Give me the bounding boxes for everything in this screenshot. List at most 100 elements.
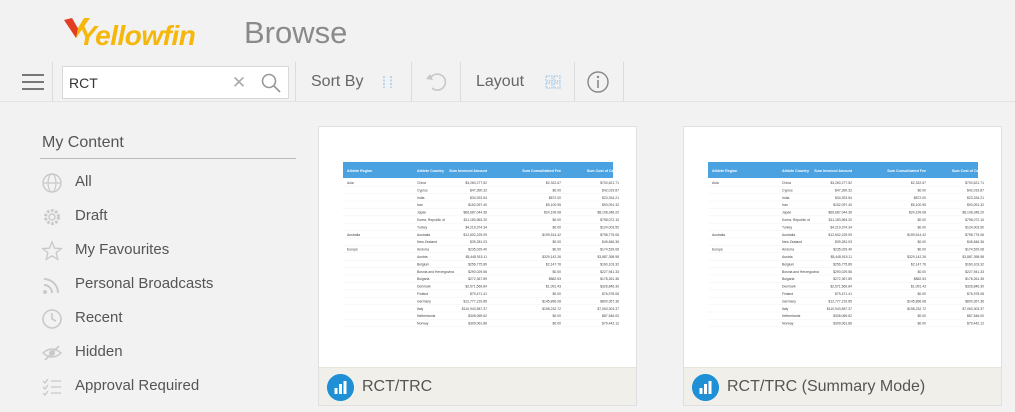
preview-cell: $4,219,374.34 (830, 225, 852, 229)
preview-cell: Bosnia and Herzegovina (417, 270, 454, 274)
eye-slash-icon (41, 345, 63, 361)
preview-cell: Andorra (782, 248, 794, 252)
bar-chart-icon (327, 374, 354, 401)
preview-cell: Norway (782, 322, 794, 326)
preview-cell: $2,571,569.84 (830, 285, 852, 289)
sidebar-item-my-favourites[interactable]: My Favourites (40, 233, 296, 267)
preview-header-cell: Sum Invoiced Amount (449, 169, 488, 173)
layout-button[interactable]: Layout (476, 62, 524, 102)
preview-cell: Iran (417, 203, 423, 207)
toolbar: ✕ Sort By Layout (0, 62, 1015, 102)
report-card[interactable]: Athlete Region Athlete Country Sum Invoice… (683, 126, 1002, 406)
preview-cell: $7,063,303.37 (962, 307, 984, 311)
preview-header-cell: Sum Cost of Camp (587, 169, 620, 173)
sort-by-button[interactable]: Sort By (311, 62, 363, 102)
preview-cell: $110,943,587.37 (462, 307, 487, 311)
sidebar-item-draft[interactable]: Draft (40, 199, 296, 233)
sidebar-item-recent[interactable]: Recent (40, 301, 296, 335)
sidebar-item-label: Draft (75, 207, 108, 224)
preview-cell: $0.00 (918, 322, 927, 326)
preview-cell: Belgium (782, 262, 794, 266)
undo-icon[interactable] (424, 71, 448, 93)
preview-cell: Korea, Republic of (782, 218, 810, 222)
preview-cell: $872.00 (914, 196, 926, 200)
checklist-icon (42, 378, 61, 396)
search-input[interactable] (69, 73, 219, 93)
sort-icon[interactable] (379, 73, 397, 91)
preview-cell: $23,334.21 (602, 196, 619, 200)
sidebar-title: My Content (40, 128, 296, 159)
preview-cell: $0.00 (918, 292, 927, 296)
preview-header-cell: Athlete Region (712, 169, 737, 173)
preview-cell: Iran (782, 203, 788, 207)
preview-header-cell: Athlete Region (347, 169, 372, 173)
preview-cell: Italy (417, 307, 424, 311)
toolbar-divider (411, 62, 412, 102)
preview-cell: $66,687,044.36 (828, 211, 852, 215)
menu-icon[interactable] (13, 69, 47, 95)
preview-cell: $8,108,348.20 (962, 211, 984, 215)
preview-cell: Turkey (417, 225, 428, 229)
info-icon[interactable] (586, 70, 610, 94)
sidebar-item-all[interactable]: All (40, 165, 296, 199)
report-card-footer: RCT/TRC (Summary Mode) (684, 367, 1001, 405)
sidebar-item-approval-required[interactable]: Approval Required (40, 369, 296, 403)
preview-cell: Bosnia and Herzegovina (782, 270, 819, 274)
preview-header-cell: Athlete Country (417, 169, 444, 173)
preview-cell: $39,281.03 (835, 240, 852, 244)
sidebar-item-label: Hidden (75, 343, 123, 360)
preview-cell: New Zealand (417, 240, 437, 244)
preview-cell: $0.00 (553, 240, 562, 244)
clear-search-icon[interactable]: ✕ (231, 73, 247, 93)
preview-cell: $290,029.56 (833, 270, 852, 274)
preview-cell: Denmark (417, 285, 431, 289)
preview-cell: $882.53 (549, 277, 561, 281)
preview-cell: $34,923.54 (835, 196, 852, 200)
preview-cell: $93,091.32 (967, 203, 984, 207)
preview-cell: $5,448,915.11 (831, 255, 853, 259)
sidebar-item-hidden[interactable]: Hidden (40, 335, 296, 369)
preview-cell: $198,232.72 (542, 307, 561, 311)
preview-cell: $227,941.33 (965, 270, 984, 274)
preview-cell: $309,061.86 (468, 322, 487, 326)
toolbar-divider (52, 62, 53, 102)
preview-cell: India (417, 196, 424, 200)
preview-header-cell: Sum Invoiced Amount (814, 169, 853, 173)
preview-cell: $12,777,219.85 (463, 299, 487, 303)
grid-layout-icon[interactable] (544, 73, 562, 91)
preview-cell: Germany (417, 299, 431, 303)
sidebar-item-personal-broadcasts[interactable]: Personal Broadcasts (40, 267, 296, 301)
report-name: RCT/TRC (Summary Mode) (727, 378, 926, 395)
preview-cell: $0.00 (553, 218, 562, 222)
preview-cell: $3,887,398.98 (962, 255, 984, 259)
preview-cell: $11,183,963.20 (829, 218, 852, 222)
preview-cell: $272,367.89 (833, 277, 852, 281)
preview-cell: $5,448,915.11 (466, 255, 488, 259)
report-card[interactable]: Athlete Region Athlete Country Sum Invoice… (318, 126, 637, 406)
preview-cell: Australia (782, 233, 795, 237)
preview-cell: $0.00 (918, 270, 927, 274)
preview-cell: $174,529.08 (965, 248, 984, 252)
preview-cell: $256,775.89 (468, 262, 487, 266)
preview-cell: Cyprus (782, 188, 793, 192)
preview-cell: $93,091.32 (602, 203, 619, 207)
report-thumbnail: Athlete Region Athlete Country Sum Invoice… (319, 127, 636, 367)
preview-cell: Japan (782, 211, 791, 215)
preview-cell: Norway (417, 322, 429, 326)
preview-cell: $178,261.36 (965, 277, 984, 281)
sidebar-item-label: Approval Required (75, 377, 200, 394)
preview-cell: $290,029.56 (468, 270, 487, 274)
preview-cell: $0.00 (553, 314, 562, 318)
search-icon[interactable] (260, 72, 282, 94)
preview-cell: $227,941.33 (600, 270, 619, 274)
preview-cell: $798,775.06 (965, 233, 984, 237)
content-sidebar: My Content All Draft My Favourites Perso… (40, 128, 296, 403)
preview-cell: $800,357.36 (965, 299, 984, 303)
preview-cell: $0.00 (918, 218, 927, 222)
preview-cell: India (782, 196, 789, 200)
preview-cell: Finland (782, 292, 793, 296)
preview-cell: $0.00 (918, 188, 927, 192)
preview-cell: $0.00 (553, 225, 562, 229)
preview-cell: $76,978.08 (967, 292, 984, 296)
sidebar-item-label: Recent (75, 309, 123, 326)
